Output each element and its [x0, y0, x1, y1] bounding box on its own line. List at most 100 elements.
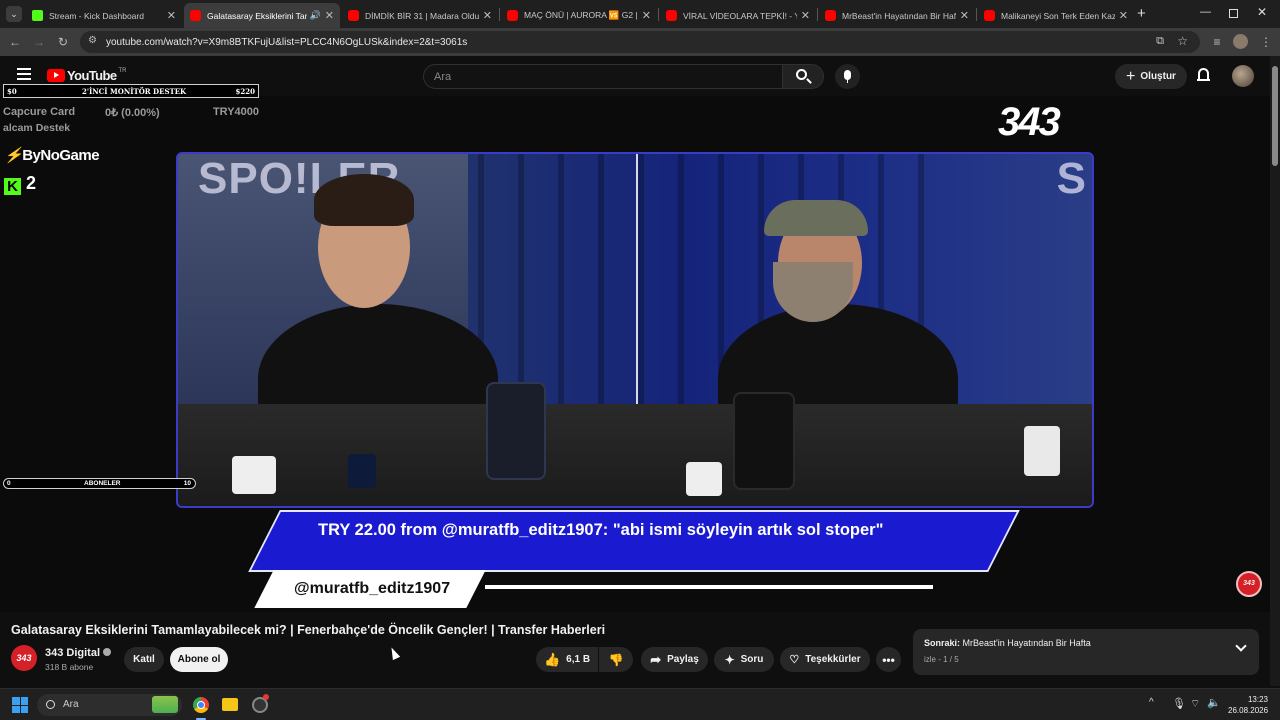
profile-avatar[interactable]	[1233, 34, 1248, 49]
close-window-icon[interactable]: ✕	[1257, 5, 1267, 19]
new-tab-icon[interactable]: +	[1137, 5, 1146, 22]
close-tab-icon[interactable]: ✕	[801, 9, 810, 22]
clock[interactable]: 13:23 26.08.2026	[1228, 694, 1268, 716]
youtube-favicon-icon	[348, 10, 359, 21]
goal-title: 2'İNCİ MONİTÖR DESTEK	[82, 87, 187, 96]
search-input[interactable]: Ara	[423, 64, 783, 89]
thanks-label: Teşekkürler	[805, 654, 861, 665]
capcure-target: TRY4000	[212, 106, 259, 118]
youtube-play-icon	[47, 69, 65, 82]
close-tab-icon[interactable]: ✕	[325, 9, 334, 22]
tab-galatasaray[interactable]: Galatasaray Eksiklerini Tama 🔊 ✕	[184, 3, 340, 28]
scrollbar-thumb[interactable]	[1272, 66, 1278, 166]
install-app-icon[interactable]: ⧉	[1156, 35, 1164, 48]
browser-menu-icon[interactable]: ⋮	[1259, 35, 1273, 49]
wifi-icon[interactable]: ⌔	[1190, 697, 1200, 711]
tab-title: DİMDİK BİR 31 | Madara Olduk	[365, 10, 479, 21]
maximize-icon[interactable]	[1229, 9, 1238, 18]
ask-button[interactable]: ✦ Soru	[714, 647, 774, 672]
create-button[interactable]: + Oluştur	[1115, 64, 1187, 89]
tray-overflow-icon[interactable]: ^	[1149, 697, 1154, 708]
plus-icon: +	[1126, 67, 1136, 85]
file-explorer-icon[interactable]	[222, 698, 238, 711]
url-text: youtube.com/watch?v=X9m8BTKFujU&list=PLC…	[106, 36, 468, 48]
subscribe-button[interactable]: Abone ol	[170, 647, 228, 672]
kick-viewer-count: K 2	[4, 173, 36, 195]
volume-icon[interactable]: 🔈	[1207, 696, 1221, 709]
tab-mrbeast[interactable]: MrBeast'in Hayatından Bir Hafta ✕	[819, 3, 975, 28]
search-highlight-icon	[152, 696, 178, 713]
page-scrollbar[interactable]	[1270, 56, 1280, 686]
tab-viral[interactable]: VİRAL VİDEOLARA TEPKİ! - You ✕	[660, 3, 816, 28]
search-icon	[46, 700, 55, 709]
channel-name[interactable]: 343 Digital	[45, 647, 112, 659]
hamburger-menu-icon[interactable]	[17, 68, 31, 80]
close-tab-icon[interactable]: ✕	[960, 9, 969, 22]
tab-title: VİRAL VİDEOLARA TEPKİ! - You	[683, 10, 797, 21]
chevron-down-icon[interactable]	[1235, 640, 1247, 652]
notifications-bell-icon[interactable]	[1197, 68, 1210, 82]
up-next-prefix: Sonraki:	[924, 638, 961, 648]
bookmark-star-icon[interactable]: ☆	[1177, 34, 1188, 48]
microphone-icon	[844, 70, 851, 80]
playlist-up-next[interactable]: Sonraki: MrBeast'in Hayatından Bir Hafta…	[913, 629, 1259, 675]
forward-icon[interactable]: →	[32, 35, 46, 49]
site-info-icon[interactable]: ⚙	[88, 35, 97, 46]
address-bar[interactable]: ⚙ youtube.com/watch?v=X9m8BTKFujU&list=P…	[80, 31, 1200, 53]
tab-kick-dashboard[interactable]: Stream - Kick Dashboard ✕	[26, 3, 182, 28]
taskbar-search[interactable]: Ara	[37, 694, 182, 716]
donation-user-text: @muratfb_editz1907	[294, 580, 451, 597]
youtube-logo[interactable]: YouTube TR	[47, 68, 126, 83]
windows-taskbar: Ara ^ 🎙 ⌔ 🔈 13:23 26.08.2026	[0, 688, 1280, 720]
back-icon[interactable]: ←	[8, 35, 22, 49]
tab-title: Galatasaray Eksiklerini Tama	[207, 10, 307, 21]
search-icon	[796, 69, 807, 80]
media-controls-icon[interactable]: ≡	[1210, 35, 1224, 49]
close-tab-icon[interactable]: ✕	[1119, 9, 1128, 22]
super-thanks-icon: ♡	[789, 654, 800, 666]
tab-list-chevron-icon[interactable]: ⌄	[6, 6, 22, 22]
youtube-favicon-icon	[666, 10, 677, 21]
donation-alert-banner	[248, 510, 1020, 572]
reload-icon[interactable]: ↻	[56, 35, 70, 49]
goal-target: $220	[235, 87, 255, 96]
up-next-title: MrBeast'in Hayatından Bir Hafta	[962, 638, 1091, 648]
close-tab-icon[interactable]: ✕	[167, 9, 176, 22]
video-frame: SPO!LER S	[176, 152, 1094, 508]
capcure-subtitle: alcam Destek	[3, 122, 71, 134]
donation-progress-line	[485, 585, 933, 589]
more-actions-button[interactable]: •••	[876, 647, 901, 672]
kick-count: 2	[26, 173, 37, 193]
subs-current: 0	[7, 480, 11, 487]
more-horizontal-icon: •••	[882, 652, 895, 667]
search-button[interactable]	[782, 64, 824, 89]
sponsor-logo: ⚡ByNoGame	[4, 146, 100, 164]
tab-malikane[interactable]: Malikaneyi Son Terk Eden Kaza ✕	[978, 3, 1134, 28]
like-button[interactable]: 👍 6,1 B	[536, 647, 598, 672]
youtube-wordmark: YouTube	[67, 68, 117, 83]
channel-name-text: 343 Digital	[45, 647, 101, 659]
studio-desk	[178, 404, 1092, 506]
audio-playing-icon[interactable]: 🔊	[310, 10, 321, 21]
windows-start-icon[interactable]	[12, 697, 28, 713]
channel-branding-icon[interactable]: 343	[1236, 571, 1262, 597]
tray-microphone-icon[interactable]: 🎙	[1172, 697, 1186, 710]
tab-dimdik[interactable]: DİMDİK BİR 31 | Madara Olduk ✕	[342, 3, 498, 28]
account-avatar[interactable]	[1232, 65, 1254, 87]
minimize-icon[interactable]: —	[1200, 6, 1211, 18]
bolt-icon: ⚡	[4, 147, 23, 164]
close-tab-icon[interactable]: ✕	[642, 9, 651, 22]
tab-title: Stream - Kick Dashboard	[49, 10, 144, 21]
kick-favicon-icon	[32, 10, 43, 21]
tab-mac-onu[interactable]: MAÇ ÖNÜ | AURORA 🆚 G2 | I ✕	[501, 3, 657, 28]
chrome-icon[interactable]	[193, 697, 209, 713]
join-button[interactable]: Katıl	[124, 647, 164, 672]
close-tab-icon[interactable]: ✕	[483, 9, 492, 22]
video-title: Galatasaray Eksiklerini Tamamlayabilecek…	[11, 623, 606, 637]
voice-search-button[interactable]	[835, 64, 860, 89]
share-button[interactable]: ➦ Paylaş	[641, 647, 708, 672]
thanks-button[interactable]: ♡ Teşekkürler	[780, 647, 870, 672]
dislike-button[interactable]: 👎	[599, 647, 633, 672]
channel-avatar[interactable]: 343	[11, 645, 37, 671]
subs-title: ABONELER	[84, 480, 121, 487]
